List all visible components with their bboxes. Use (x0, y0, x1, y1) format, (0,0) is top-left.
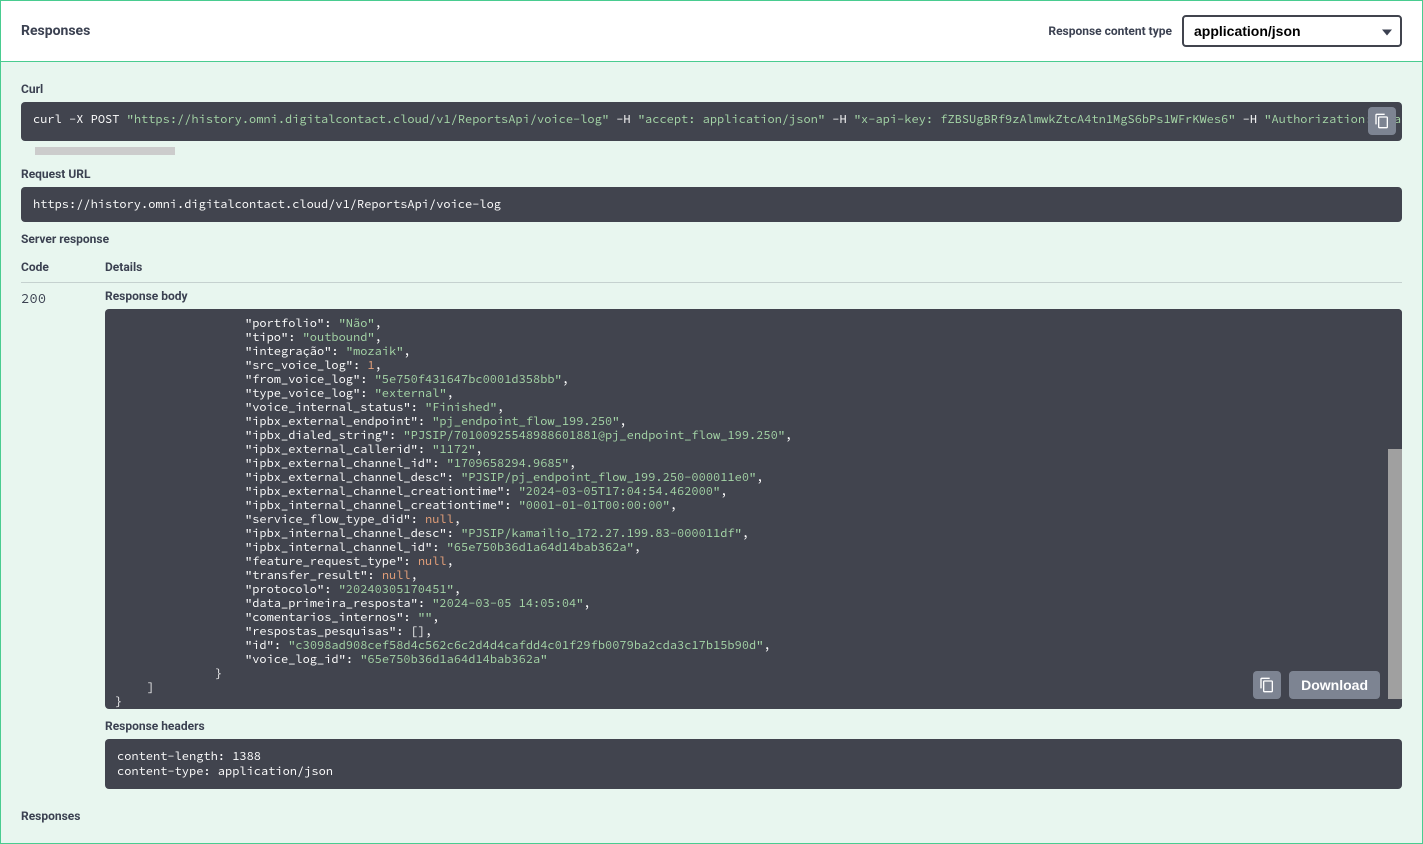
curl-h1: -H (616, 112, 630, 127)
json-line: "portfolio": "Não", (115, 317, 1392, 331)
response-headers-title: Response headers (105, 719, 1402, 733)
json-line: "data_primeira_resposta": "2024-03-05 14… (115, 597, 1392, 611)
json-line: "ipbx_internal_channel_creationtime": "0… (115, 499, 1392, 513)
curl-url: "https://history.omni.digitalcontact.clo… (127, 112, 609, 127)
json-line: "ipbx_internal_channel_id": "65e750b36d1… (115, 541, 1392, 555)
content-type-select-wrap: application/json (1182, 15, 1402, 47)
json-line: "ipbx_internal_channel_desc": "PJSIP/kam… (115, 527, 1392, 541)
body-buttons: Download (1253, 671, 1380, 699)
responses-title: Responses (21, 23, 90, 39)
col-details-header: Details (105, 260, 142, 274)
json-close: ] (115, 681, 1392, 695)
json-close: } (115, 695, 1392, 709)
request-url-title: Request URL (21, 167, 1402, 181)
curl-scrollbar-track[interactable] (21, 147, 1402, 157)
json-line: "tipo": "outbound", (115, 331, 1392, 345)
curl-block[interactable]: curl -X POST "https://history.omni.digit… (21, 102, 1402, 141)
copy-curl-button[interactable] (1368, 107, 1396, 135)
response-header-line: content-type: application/json (117, 764, 1390, 779)
json-line: "ipbx_external_callerid": "1172", (115, 443, 1392, 457)
content-type-select[interactable]: application/json (1182, 15, 1402, 47)
json-line: "voice_log_id": "65e750b36d1a64d14bab362… (115, 653, 1392, 667)
json-line: "src_voice_log": 1, (115, 359, 1392, 373)
json-line: "protocolo": "20240305170451", (115, 583, 1392, 597)
json-line: "ipbx_external_channel_creationtime": "2… (115, 485, 1392, 499)
curl-method: -X POST (69, 112, 119, 127)
content-type-group: Response content type application/json (1048, 15, 1402, 47)
body-scrollbar-thumb[interactable] (1388, 449, 1402, 699)
responses-footer-title: Responses (21, 805, 1402, 823)
download-button[interactable]: Download (1289, 671, 1380, 699)
response-table-head: Code Details (21, 252, 1402, 283)
response-row: 200 Response body "portfolio": "Não","ti… (21, 289, 1402, 799)
json-line: "ipbx_dialed_string": "PJSIP/70100925548… (115, 429, 1392, 443)
json-line: "comentarios_internos": "", (115, 611, 1392, 625)
response-body-content: "portfolio": "Não","tipo": "outbound","i… (115, 317, 1392, 709)
details-cell: Response body "portfolio": "Não","tipo":… (105, 289, 1402, 799)
response-header-line: content-length: 1388 (117, 749, 1390, 764)
response-headers-block[interactable]: content-length: 1388 content-type: appli… (105, 739, 1402, 789)
live-response-section: Curl curl -X POST "https://history.omni.… (1, 62, 1422, 843)
curl-title: Curl (21, 82, 1402, 96)
json-line: "respostas_pesquisas": [], (115, 625, 1392, 639)
content-type-label: Response content type (1048, 24, 1172, 38)
json-close: } (115, 667, 1392, 681)
json-line: "voice_internal_status": "Finished", (115, 401, 1392, 415)
json-line: "type_voice_log": "external", (115, 387, 1392, 401)
copy-body-button[interactable] (1253, 671, 1281, 699)
json-line: "feature_request_type": null, (115, 555, 1392, 569)
curl-apikey: "x-api-key: fZBSUgBRf9zAlmwkZtcA4tn1MgS6… (854, 112, 1236, 127)
request-url-block[interactable]: https://history.omni.digitalcontact.clou… (21, 187, 1402, 222)
responses-header: Responses Response content type applicat… (1, 1, 1422, 62)
json-line: "service_flow_type_did": null, (115, 513, 1392, 527)
json-line: "id": "c3098ad908cef58d4c562c6c2d4d4cafd… (115, 639, 1392, 653)
response-body-title: Response body (105, 289, 1402, 303)
body-scrollbar-track[interactable] (1388, 309, 1402, 709)
curl-accept: "accept: application/json" (638, 112, 825, 127)
col-code-header: Code (21, 260, 105, 274)
curl-h3: -H (1243, 112, 1257, 127)
json-line: "ipbx_external_endpoint": "pj_endpoint_f… (115, 415, 1392, 429)
json-line: "ipbx_external_channel_desc": "PJSIP/pj_… (115, 471, 1392, 485)
curl-h2: -H (832, 112, 846, 127)
json-line: "from_voice_log": "5e750f431647bc0001d35… (115, 373, 1392, 387)
response-body-block[interactable]: "portfolio": "Não","tipo": "outbound","i… (105, 309, 1402, 709)
json-line: "transfer_result": null, (115, 569, 1392, 583)
clipboard-icon (1374, 113, 1390, 129)
curl-scrollbar-thumb[interactable] (35, 147, 175, 155)
json-line: "ipbx_external_channel_id": "1709658294.… (115, 457, 1392, 471)
clipboard-icon (1259, 677, 1275, 693)
status-code: 200 (21, 289, 105, 307)
curl-cmd: curl (33, 112, 62, 127)
server-response-title: Server response (21, 232, 1402, 246)
request-url-value: https://history.omni.digitalcontact.clou… (33, 197, 501, 212)
json-line: "integração": "mozaik", (115, 345, 1392, 359)
